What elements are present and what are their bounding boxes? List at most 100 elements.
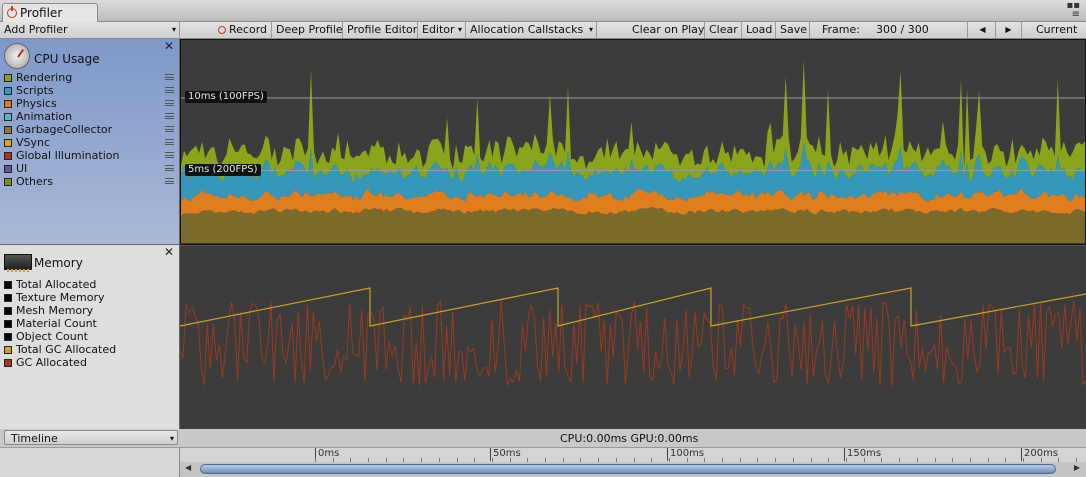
legend-label: Material Count [16, 317, 97, 330]
ruler-tick-label: 100ms [667, 448, 704, 461]
legend-item[interactable]: Physics [4, 97, 176, 110]
legend-label: Animation [16, 110, 73, 123]
legend-swatch[interactable] [4, 73, 12, 82]
legend-swatch[interactable] [4, 138, 12, 147]
memory-chart[interactable] [180, 245, 1086, 429]
legend-swatch[interactable] [4, 99, 12, 108]
total-gc-allocated-series [180, 287, 1086, 327]
legend-swatch[interactable] [4, 164, 12, 173]
previous-frame-button[interactable]: ◀ [970, 22, 996, 38]
scroll-left-icon[interactable]: ◀ [185, 463, 191, 472]
ruler-tick-label: 0ms [315, 448, 339, 461]
legend-item[interactable]: Animation [4, 110, 176, 123]
ruler-tick-label: 150ms [844, 448, 881, 461]
drag-handle-icon[interactable] [165, 126, 174, 132]
legend-item[interactable]: UI [4, 162, 176, 175]
legend-swatch[interactable] [4, 280, 12, 289]
menu-icon[interactable]: ≡ [1066, 10, 1080, 20]
scrollbar-thumb[interactable] [200, 464, 1056, 474]
scroll-right-icon[interactable]: ▶ [1074, 463, 1080, 472]
gc-allocated-series [180, 300, 1086, 387]
drag-handle-icon[interactable] [165, 152, 174, 158]
legend-item[interactable]: Scripts [4, 84, 176, 97]
legend-item[interactable]: VSync [4, 136, 176, 149]
legend-swatch[interactable] [4, 306, 12, 315]
view-mode-dropdown[interactable]: Timeline [4, 430, 178, 446]
legend-item[interactable]: Total GC Allocated [4, 343, 176, 356]
legend-item[interactable]: Object Count [4, 330, 176, 343]
memory-chart-canvas [180, 287, 1086, 387]
legend-swatch[interactable] [4, 112, 12, 121]
close-icon[interactable]: ✕ [164, 245, 174, 259]
frame-label: Frame: [822, 23, 860, 36]
clear-on-play-toggle[interactable]: Clear on Play [628, 22, 705, 38]
legend-item[interactable]: GarbageCollector [4, 123, 176, 136]
legend-label: VSync [16, 136, 51, 149]
cpu-usage-panel[interactable]: CPU Usage ✕ Rendering Scripts Physics Anima… [0, 39, 180, 245]
profiler-toolbar: Add Profiler Record Deep Profile Profile… [0, 22, 1086, 39]
cpu-gauge-icon [4, 43, 30, 69]
legend-item[interactable]: Rendering [4, 71, 176, 84]
horizontal-scrollbar[interactable]: ◀ ▶ [180, 462, 1086, 476]
legend-swatch[interactable] [4, 345, 12, 354]
legend-item[interactable]: Total Allocated [4, 278, 176, 291]
profiler-icon [7, 6, 17, 18]
cpu-legend: Rendering Scripts Physics Animation GarbageC… [4, 71, 176, 188]
legend-item[interactable]: Material Count [4, 317, 176, 330]
legend-swatch[interactable] [4, 358, 12, 367]
record-toggle[interactable]: Record [214, 22, 272, 38]
drag-handle-icon[interactable] [165, 165, 174, 171]
legend-item[interactable]: GC Allocated [4, 356, 176, 369]
legend-swatch[interactable] [4, 151, 12, 160]
legend-label: Physics [16, 97, 57, 110]
drag-handle-icon[interactable] [165, 139, 174, 145]
legend-label: Total GC Allocated [16, 343, 117, 356]
drag-handle-icon[interactable] [165, 87, 174, 93]
cpu-usage-chart[interactable]: 10ms (100FPS) 5ms (200FPS) [180, 39, 1086, 245]
record-icon [218, 26, 226, 34]
save-button[interactable]: Save [776, 22, 810, 38]
cpu-gpu-time: CPU:0.00ms GPU:0.00ms [560, 432, 699, 445]
next-frame-button[interactable]: ▶ [996, 22, 1022, 38]
legend-swatch[interactable] [4, 177, 12, 186]
legend-label: Global Illumination [16, 149, 120, 162]
memory-panel[interactable]: Memory ✕ Total Allocated Texture Memory Me… [0, 245, 180, 429]
ruler-tick-label: 50ms [490, 448, 521, 461]
profile-editor-toggle[interactable]: Profile Editor [343, 22, 418, 38]
frame-counter: 300 / 300 [872, 22, 968, 38]
legend-swatch[interactable] [4, 86, 12, 95]
allocation-callstacks-dropdown[interactable]: Allocation Callstacks [466, 22, 597, 38]
deep-profile-toggle[interactable]: Deep Profile [272, 22, 343, 38]
legend-swatch[interactable] [4, 319, 12, 328]
legend-label: Others [16, 175, 53, 188]
legend-label: Mesh Memory [16, 304, 94, 317]
arrow-right-icon: ▶ [1005, 25, 1012, 34]
editor-dropdown[interactable]: Editor [418, 22, 466, 38]
clear-button[interactable]: Clear [705, 22, 742, 38]
legend-label: UI [16, 162, 28, 175]
legend-item[interactable]: Texture Memory [4, 291, 176, 304]
drag-handle-icon[interactable] [165, 178, 174, 184]
arrow-left-icon: ◀ [979, 25, 986, 34]
add-profiler-dropdown[interactable]: Add Profiler [0, 22, 180, 38]
load-button[interactable]: Load [742, 22, 776, 38]
cpu-chart-canvas [180, 39, 1086, 245]
legend-item[interactable]: Global Illumination [4, 149, 176, 162]
others-area [181, 207, 1085, 243]
legend-label: Object Count [16, 330, 88, 343]
legend-item[interactable]: Others [4, 175, 176, 188]
legend-swatch[interactable] [4, 125, 12, 134]
drag-handle-icon[interactable] [165, 74, 174, 80]
current-frame-button[interactable]: Current [1032, 22, 1086, 38]
close-icon[interactable]: ✕ [164, 39, 174, 53]
drag-handle-icon[interactable] [165, 113, 174, 119]
legend-swatch[interactable] [4, 293, 12, 302]
threshold-label-5ms: 5ms (200FPS) [185, 164, 261, 176]
memory-legend: Total Allocated Texture Memory Mesh Memory… [4, 278, 176, 369]
drag-handle-icon[interactable] [165, 100, 174, 106]
window-controls[interactable]: ▪▪ ≡ [1066, 1, 1080, 20]
legend-item[interactable]: Mesh Memory [4, 304, 176, 317]
legend-swatch[interactable] [4, 332, 12, 341]
profiler-tab[interactable]: Profiler [2, 3, 98, 22]
legend-label: Scripts [16, 84, 54, 97]
